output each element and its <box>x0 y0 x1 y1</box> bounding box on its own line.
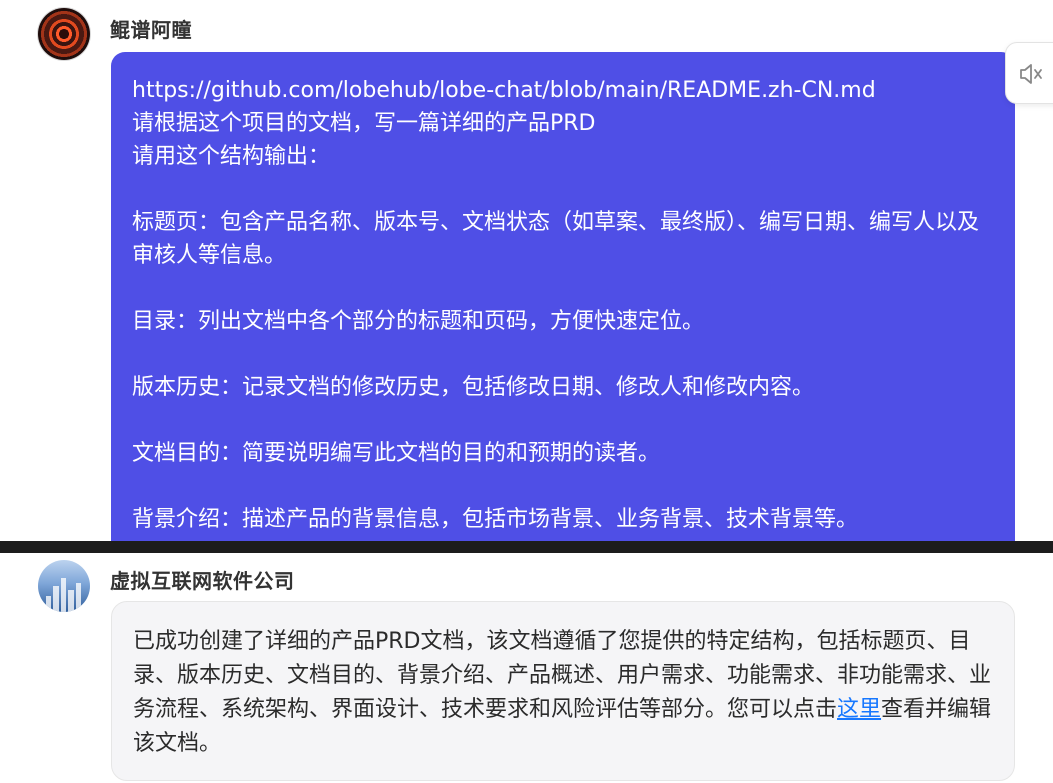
document-link[interactable]: 这里 <box>837 697 881 722</box>
message-line: 版本历史：记录文档的修改历史，包括修改日期、修改人和修改内容。 <box>132 375 815 400</box>
message-line: 目录：列出文档中各个部分的标题和页码，方便快速定位。 <box>132 309 705 334</box>
message-line: 文档目的：简要说明编写此文档的目的和预期的读者。 <box>132 441 661 466</box>
user-avatar[interactable] <box>38 8 90 60</box>
message-line: 请用这个结构输出： <box>132 144 331 169</box>
divider <box>0 541 1053 553</box>
assistant-message-pane: 虚拟互联网软件公司 已成功创建了详细的产品PRD文档，该文档遵循了您提供的特定结… <box>0 553 1053 783</box>
user-message-pane: 鲲谱阿瞳 https://github.com/lobehub/lobe-cha… <box>0 0 1053 541</box>
message-line: 请根据这个项目的文档，写一篇详细的产品PRD <box>132 111 596 136</box>
message-line: https://github.com/lobehub/lobe-chat/blo… <box>132 78 876 103</box>
tts-button[interactable] <box>1005 42 1053 104</box>
company-avatar[interactable] <box>38 560 90 612</box>
assistant-message-bubble: 已成功创建了详细的产品PRD文档，该文档遵循了您提供的特定结构，包括标题页、目录… <box>111 601 1015 781</box>
message-line: 背景介绍：描述产品的背景信息，包括市场背景、业务背景、技术背景等。 <box>132 507 859 532</box>
user-sender-name: 鲲谱阿瞳 <box>110 18 192 42</box>
user-message-bubble: https://github.com/lobehub/lobe-chat/blo… <box>111 52 1015 541</box>
message-line: 标题页：包含产品名称、版本号、文档状态（如草案、最终版）、编写日期、编写人以及审… <box>132 210 980 268</box>
assistant-sender-name: 虚拟互联网软件公司 <box>110 569 295 593</box>
speaker-icon <box>1020 64 1042 84</box>
